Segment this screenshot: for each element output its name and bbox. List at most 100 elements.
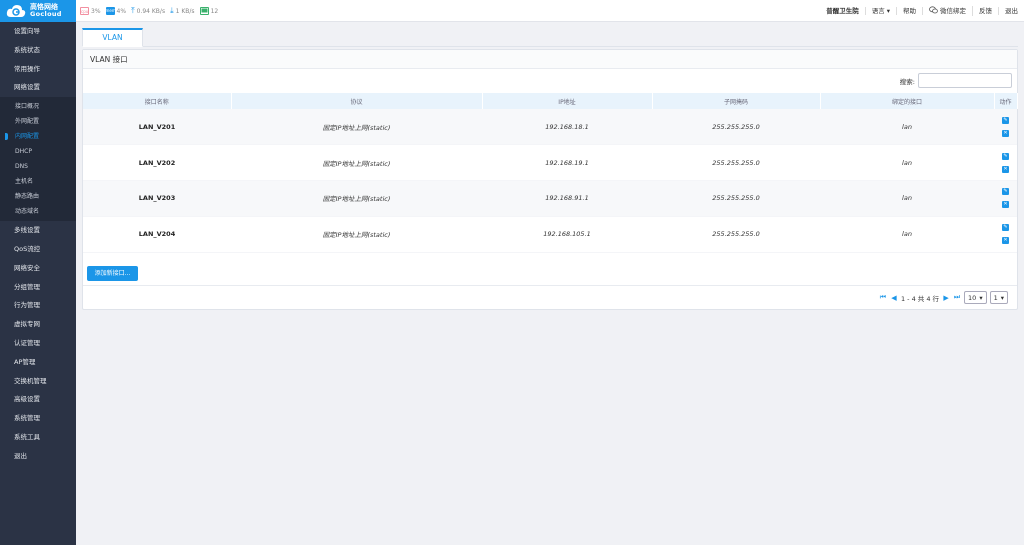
sidebar-item-dhcp[interactable]: DHCP xyxy=(0,144,76,159)
sidebar: 设置向导 系统状态 常用操作 网络设置 接口概况 外网配置 内网配置 DHCP … xyxy=(0,22,76,545)
sidebar-item-qos[interactable]: QoS流控 xyxy=(0,240,76,259)
cell-name: LAN_V201 xyxy=(83,109,231,146)
cpu-stat: cpu 3% xyxy=(80,7,101,15)
sidebar-item-interface-overview[interactable]: 接口概况 xyxy=(0,99,76,114)
pagination: ⏮ ◀ 1 - 4 共 4 行 ▶ ⏭ 10 ▾ 1 ▾ xyxy=(879,291,1008,304)
vlan-panel: VLAN 接口 搜索: 接口名称 协议 IP地址 子网掩码 绑定的接口 动作 L… xyxy=(82,49,1018,310)
tab-bar: VLAN xyxy=(82,28,1018,47)
sidebar-item-exit[interactable]: 退出 xyxy=(0,447,76,466)
memory-icon: mem xyxy=(105,7,116,15)
chevron-down-icon: ▾ xyxy=(1000,293,1004,302)
language-menu[interactable]: 语言 ▾ xyxy=(866,7,897,15)
upload-value: 0.94 KB/s xyxy=(136,7,166,15)
tab-vlan[interactable]: VLAN xyxy=(82,28,143,47)
sidebar-item-system-status[interactable]: 系统状态 xyxy=(0,41,76,60)
chevron-down-icon: ▾ xyxy=(886,7,890,15)
column-header-ip[interactable]: IP地址 xyxy=(482,93,653,109)
sidebar-item-setup-wizard[interactable]: 设置向导 xyxy=(0,22,76,41)
cell-protocol: 固定IP地址上网(static) xyxy=(231,216,482,253)
delete-icon[interactable]: ✕ xyxy=(1002,237,1009,245)
sidebar-item-auth[interactable]: 认证管理 xyxy=(0,334,76,353)
sidebar-item-hostname[interactable]: 主机名 xyxy=(0,174,76,189)
cell-bind: lan xyxy=(820,216,994,253)
sidebar-item-vpn[interactable]: 虚拟专网 xyxy=(0,315,76,334)
sidebar-item-groups[interactable]: 分组管理 xyxy=(0,278,76,297)
sidebar-item-common-ops[interactable]: 常用操作 xyxy=(0,60,76,79)
delete-icon[interactable]: ✕ xyxy=(1002,129,1009,137)
sidebar-item-ap[interactable]: AP管理 xyxy=(0,353,76,372)
upload-stat: ⤒ 0.94 KB/s xyxy=(131,6,165,16)
cell-protocol: 固定IP地址上网(static) xyxy=(231,109,482,146)
next-page-icon[interactable]: ▶ xyxy=(942,294,950,302)
column-header-protocol[interactable]: 协议 xyxy=(231,93,483,109)
upload-arrow-icon: ⤒ xyxy=(131,6,135,15)
cell-ip: 192.168.105.1 xyxy=(482,216,652,253)
network-settings-submenu: 接口概况 外网配置 内网配置 DHCP DNS 主机名 静态路由 动态域名 xyxy=(0,97,76,222)
table-header-row: 接口名称 协议 IP地址 子网掩码 绑定的接口 动作 xyxy=(83,93,1018,109)
feedback-link[interactable]: 反馈 xyxy=(973,7,999,15)
logout-link[interactable]: 退出 xyxy=(999,7,1024,15)
search-label: 搜索: xyxy=(899,77,915,86)
cell-name: LAN_V203 xyxy=(83,180,231,217)
cell-bind: lan xyxy=(820,180,994,217)
logo-text: 高恪网络 Gocloud xyxy=(30,4,62,18)
first-page-icon[interactable]: ⏮ xyxy=(879,293,887,302)
cell-actions: ✎ ✕ xyxy=(994,216,1017,253)
top-nav: 普醒卫生院 语言 ▾ 帮助 微信绑定 反馈 退出 xyxy=(820,0,1024,22)
sidebar-item-lan-config[interactable]: 内网配置 xyxy=(0,129,76,144)
sidebar-item-multiline[interactable]: 多线设置 xyxy=(0,221,76,240)
sidebar-item-switch[interactable]: 交换机管理 xyxy=(0,372,76,391)
download-value: 1 KB/s xyxy=(175,7,195,15)
cell-ip: 192.168.18.1 xyxy=(482,109,652,146)
edit-icon[interactable]: ✎ xyxy=(1002,116,1009,124)
sidebar-item-system-tools[interactable]: 系统工具 xyxy=(0,428,76,447)
sidebar-item-behavior[interactable]: 行为管理 xyxy=(0,296,76,315)
logo[interactable]: 高恪网络 Gocloud xyxy=(0,0,76,22)
status-stats: cpu 3% mem 4% ⤒ 0.94 KB/s ⤓ 1 KB/s 12 xyxy=(80,0,218,22)
wechat-label: 微信绑定 xyxy=(940,7,966,15)
edit-icon[interactable]: ✎ xyxy=(1002,224,1009,232)
search-row: 搜索: xyxy=(900,73,1012,88)
sidebar-item-dns[interactable]: DNS xyxy=(0,159,76,174)
sidebar-item-label: 内网配置 xyxy=(15,133,40,141)
search-input[interactable] xyxy=(918,73,1012,88)
cell-bind: lan xyxy=(820,109,994,146)
cloud-logo-icon xyxy=(6,4,26,18)
cell-ip: 192.168.91.1 xyxy=(482,180,652,217)
cpu-value: 3% xyxy=(91,7,101,15)
sidebar-item-security[interactable]: 网络安全 xyxy=(0,259,76,278)
edit-icon[interactable]: ✎ xyxy=(1002,152,1009,160)
top-bar: 高恪网络 Gocloud cpu 3% mem 4% ⤒ 0.94 KB/s ⤓… xyxy=(0,0,1024,22)
sidebar-item-wan-config[interactable]: 外网配置 xyxy=(0,114,76,129)
help-link[interactable]: 帮助 xyxy=(897,7,923,15)
logo-en: Gocloud xyxy=(30,10,62,18)
cell-mask: 255.255.255.0 xyxy=(652,216,820,253)
cell-actions: ✎ ✕ xyxy=(994,144,1017,182)
column-header-bind[interactable]: 绑定的接口 xyxy=(820,93,995,109)
connections-stat: 12 xyxy=(199,7,219,15)
page-size-select[interactable]: 10 ▾ xyxy=(964,291,987,304)
last-page-icon[interactable]: ⏭ xyxy=(953,293,961,302)
cell-protocol: 固定IP地址上网(static) xyxy=(231,180,482,217)
prev-page-icon[interactable]: ◀ xyxy=(890,294,898,302)
column-header-mask[interactable]: 子网掩码 xyxy=(652,93,821,109)
page-number-select[interactable]: 1 ▾ xyxy=(989,291,1008,304)
column-header-name[interactable]: 接口名称 xyxy=(83,93,232,109)
wechat-bind-link[interactable]: 微信绑定 xyxy=(923,6,973,16)
sidebar-item-static-route[interactable]: 静态路由 xyxy=(0,189,76,204)
cell-ip: 192.168.19.1 xyxy=(482,144,652,182)
panel-title: VLAN 接口 xyxy=(83,50,1017,69)
add-interface-button[interactable]: 添加新接口... xyxy=(87,266,138,281)
connections-value: 12 xyxy=(210,7,219,15)
delete-icon[interactable]: ✕ xyxy=(1002,165,1009,173)
monitor-icon xyxy=(199,7,209,15)
sidebar-item-advanced[interactable]: 高级设置 xyxy=(0,390,76,409)
cell-name: LAN_V202 xyxy=(83,144,231,182)
delete-icon[interactable]: ✕ xyxy=(1002,201,1009,209)
sidebar-item-network-settings[interactable]: 网络设置 xyxy=(0,78,76,97)
cell-name: LAN_V204 xyxy=(83,216,231,253)
edit-icon[interactable]: ✎ xyxy=(1002,188,1009,196)
cell-mask: 255.255.255.0 xyxy=(652,109,820,146)
sidebar-item-system-mgmt[interactable]: 系统管理 xyxy=(0,409,76,428)
sidebar-item-ddns[interactable]: 动态域名 xyxy=(0,204,76,219)
